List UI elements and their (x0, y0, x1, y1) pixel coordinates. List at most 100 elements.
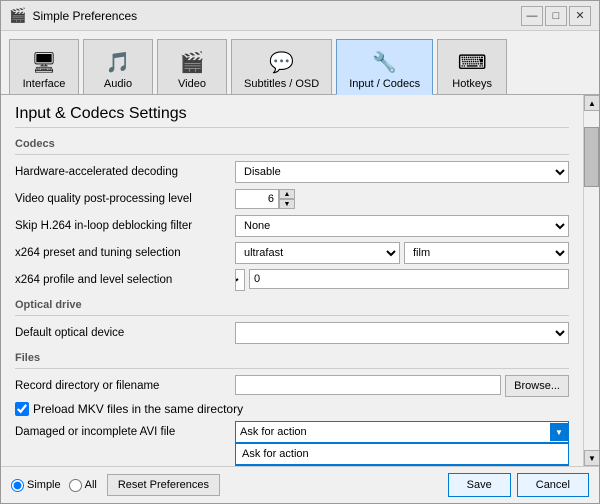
show-all-label: All (85, 479, 97, 491)
x264-level-input[interactable] (249, 269, 569, 289)
scroll-down-button[interactable]: ▼ (584, 450, 599, 466)
damaged-avi-row: Damaged or incomplete AVI file Ask for a… (15, 421, 569, 443)
hardware-accel-select[interactable]: Disable Automatic DirectX VA 2.0 DXVA2 (… (235, 161, 569, 183)
tab-video-label: Video (178, 78, 206, 90)
x264-profile-select1[interactable]: high baseline main high10 high422 high44… (235, 269, 245, 291)
x264-preset-label: x264 preset and tuning selection (15, 247, 235, 259)
skip-h264-control: None Non-ref Bidir Non-key All (235, 215, 569, 237)
tab-input-label: Input / Codecs (349, 78, 420, 90)
preload-mkv-row: Preload MKV files in the same directory (15, 402, 569, 416)
x264-preset-row: x264 preset and tuning selection ultrafa… (15, 242, 569, 264)
files-section-label: Files (15, 352, 569, 364)
window: 🎬 Simple Preferences — □ ✕ 🖥 Interface 🎵… (0, 0, 600, 504)
tab-audio[interactable]: 🎵 Audio (83, 39, 153, 94)
x264-profile-dual: high baseline main high10 high422 high44… (235, 269, 569, 291)
audio-icon: 🎵 (102, 46, 134, 78)
titlebar-left: 🎬 Simple Preferences (9, 7, 137, 24)
scrollbar: ▲ ▼ (583, 95, 599, 466)
hardware-accel-row: Hardware-accelerated decoding Disable Au… (15, 161, 569, 183)
save-button[interactable]: Save (448, 473, 511, 497)
codecs-divider (15, 154, 569, 155)
show-simple-item: Simple (11, 479, 61, 492)
damaged-avi-option-1[interactable]: Always fix (236, 464, 568, 466)
titlebar-app-icon: 🎬 (9, 7, 26, 24)
record-dir-input[interactable] (235, 375, 501, 395)
record-dir-row: Record directory or filename Browse... (15, 375, 569, 397)
x264-preset-select2[interactable]: film animation grain psnr ssim fastdecod… (404, 242, 569, 264)
scroll-up-button[interactable]: ▲ (584, 95, 599, 111)
titlebar-title: Simple Preferences (32, 9, 137, 23)
video-quality-control: ▲ ▼ (235, 189, 569, 209)
bottom-right: Save Cancel (448, 473, 589, 497)
video-quality-field[interactable] (235, 189, 279, 209)
tab-video[interactable]: 🎬 Video (157, 39, 227, 94)
optical-device-select[interactable] (235, 322, 569, 344)
main-panel: Input & Codecs Settings Codecs Hardware-… (1, 95, 583, 466)
x264-profile-control: high baseline main high10 high422 high44… (235, 269, 569, 291)
show-all-radio[interactable] (69, 479, 82, 492)
skip-h264-row: Skip H.264 in-loop deblocking filter Non… (15, 215, 569, 237)
video-icon: 🎬 (176, 46, 208, 78)
preload-mkv-checkbox[interactable] (15, 402, 29, 416)
tab-subtitles-label: Subtitles / OSD (244, 78, 319, 90)
cancel-button[interactable]: Cancel (517, 473, 589, 497)
hardware-accel-label: Hardware-accelerated decoding (15, 166, 235, 178)
video-quality-spinners: ▲ ▼ (279, 189, 295, 209)
record-dir-label: Record directory or filename (15, 380, 235, 392)
tab-audio-label: Audio (104, 78, 132, 90)
minimize-button[interactable]: — (521, 6, 543, 26)
close-button[interactable]: ✕ (569, 6, 591, 26)
browse-button[interactable]: Browse... (505, 375, 569, 397)
hardware-accel-control: Disable Automatic DirectX VA 2.0 DXVA2 (… (235, 161, 569, 183)
interface-icon: 🖥 (28, 46, 60, 78)
damaged-avi-dropdown-container: Ask for action ▼ Ask for action Always f… (235, 421, 569, 443)
damaged-avi-menu: Ask for action Always fix Never fix Fix … (235, 443, 569, 466)
tab-hotkeys[interactable]: ⌨ Hotkeys (437, 39, 507, 94)
show-all-item: All (69, 479, 97, 492)
x264-profile-label: x264 profile and level selection (15, 274, 235, 286)
optical-device-control (235, 322, 569, 344)
record-dir-control: Browse... (235, 375, 569, 397)
x264-preset-dual: ultrafast superfast veryfast faster fast… (235, 242, 569, 264)
preload-mkv-label: Preload MKV files in the same directory (33, 402, 243, 416)
damaged-avi-option-0[interactable]: Ask for action (236, 444, 568, 464)
damaged-avi-arrow: ▼ (550, 423, 568, 441)
show-settings-group: Simple All (11, 479, 97, 492)
optical-divider (15, 315, 569, 316)
titlebar: 🎬 Simple Preferences — □ ✕ (1, 1, 599, 31)
x264-profile-row: x264 profile and level selection high ba… (15, 269, 569, 291)
damaged-avi-label: Damaged or incomplete AVI file (15, 426, 235, 438)
input-icon: 🔧 (369, 46, 401, 78)
files-divider (15, 368, 569, 369)
page-title: Input & Codecs Settings (15, 105, 569, 128)
tab-input[interactable]: 🔧 Input / Codecs (336, 39, 433, 95)
maximize-button[interactable]: □ (545, 6, 567, 26)
tab-hotkeys-label: Hotkeys (452, 78, 492, 90)
optical-section-label: Optical drive (15, 299, 569, 311)
tab-interface-label: Interface (23, 78, 66, 90)
video-quality-up[interactable]: ▲ (279, 189, 295, 199)
video-quality-down[interactable]: ▼ (279, 199, 295, 209)
skip-h264-label: Skip H.264 in-loop deblocking filter (15, 220, 235, 232)
subtitles-icon: 💬 (266, 46, 298, 78)
codecs-section-label: Codecs (15, 138, 569, 150)
show-simple-radio[interactable] (11, 479, 24, 492)
tab-interface[interactable]: 🖥 Interface (9, 39, 79, 94)
record-dir-file-row: Browse... (235, 375, 569, 397)
x264-preset-select1[interactable]: ultrafast superfast veryfast faster fast… (235, 242, 400, 264)
damaged-avi-selected-text: Ask for action (240, 426, 307, 438)
video-quality-input: ▲ ▼ (235, 189, 295, 209)
optical-device-label: Default optical device (15, 327, 235, 339)
tabs-bar: 🖥 Interface 🎵 Audio 🎬 Video 💬 Subtitles … (1, 31, 599, 95)
skip-h264-select[interactable]: None Non-ref Bidir Non-key All (235, 215, 569, 237)
damaged-avi-selected[interactable]: Ask for action ▼ (235, 421, 569, 443)
hotkeys-icon: ⌨ (456, 46, 488, 78)
tab-subtitles[interactable]: 💬 Subtitles / OSD (231, 39, 332, 94)
bottom-bar: Simple All Reset Preferences Save Cancel (1, 466, 599, 503)
x264-preset-control: ultrafast superfast veryfast faster fast… (235, 242, 569, 264)
scroll-thumb[interactable] (584, 127, 599, 187)
content-area: Input & Codecs Settings Codecs Hardware-… (1, 95, 599, 466)
titlebar-controls: — □ ✕ (521, 6, 591, 26)
reset-preferences-button[interactable]: Reset Preferences (107, 474, 220, 496)
bottom-left: Simple All Reset Preferences (11, 474, 220, 496)
